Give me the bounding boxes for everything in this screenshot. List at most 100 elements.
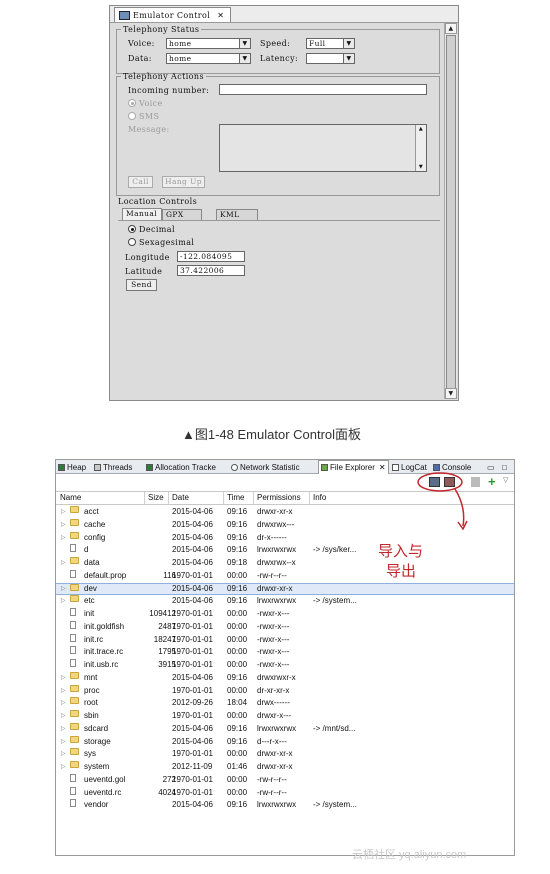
speed-select[interactable]: Full ▼	[306, 38, 355, 49]
voice-label: Voice:	[128, 39, 155, 48]
file-permissions: d---r-x---	[257, 736, 287, 746]
latitude-label: Latitude	[125, 267, 163, 276]
expand-chevron-icon[interactable]: ▷	[61, 723, 66, 736]
voice-select[interactable]: home ▼	[166, 38, 251, 49]
table-row[interactable]: d 2015-04-06 09:16 lrwxrwxrwx -> /sys/ker...	[56, 544, 514, 557]
table-row[interactable]: ▷ etc 2015-04-06 09:16 lrwxrwxrwx -> /system.…	[56, 595, 514, 608]
expand-chevron-icon[interactable]: ▷	[61, 595, 66, 608]
data-select[interactable]: home ▼	[166, 53, 251, 64]
file-permissions: lrwxrwxrwx	[257, 545, 297, 555]
decimal-radio[interactable]: Decimal	[128, 225, 175, 234]
table-row[interactable]: ▷ proc 1970-01-01 00:00 dr-xr-xr-x	[56, 684, 514, 698]
minimize-icon[interactable]: ▭	[487, 461, 495, 473]
expand-chevron-icon[interactable]: ▷	[61, 761, 66, 774]
send-button[interactable]: Send	[126, 279, 157, 291]
expand-chevron-icon[interactable]: ▷	[61, 584, 66, 595]
maximize-icon[interactable]: □	[502, 461, 507, 473]
location-tabs: Manual GPX KML	[122, 208, 258, 220]
incoming-number-input[interactable]	[219, 84, 427, 95]
table-row[interactable]: ▷ config 2015-04-06 09:16 dr-x------	[56, 531, 514, 545]
close-icon[interactable]: ✕	[379, 462, 386, 473]
voice-radio[interactable]: Voice	[128, 99, 163, 108]
table-row[interactable]: ▷ sbin 1970-01-01 00:00 drwxr-x---	[56, 710, 514, 723]
expand-chevron-icon[interactable]: ▷	[61, 736, 66, 749]
table-row[interactable]: ▷ sdcard 2015-04-06 09:16 lrwxrwxrwx -> /mnt/…	[56, 722, 514, 736]
file-name: vendor	[84, 800, 109, 810]
expand-chevron-icon[interactable]: ▷	[61, 748, 66, 761]
column-name[interactable]: Name	[60, 493, 81, 502]
expand-chevron-icon[interactable]: ▷	[61, 672, 66, 685]
table-row[interactable]: ▷ sys 1970-01-01 00:00 drwxr-xr-x	[56, 748, 514, 761]
scroll-down-arrow-icon[interactable]: ▼	[445, 388, 457, 399]
vertical-scrollbar[interactable]: ▲ ▼	[444, 23, 457, 399]
call-button[interactable]: Call	[128, 176, 153, 188]
column-info[interactable]: Info	[313, 493, 326, 502]
scroll-up-arrow-icon[interactable]: ▲	[416, 125, 426, 133]
table-row[interactable]: ▷ data 2015-04-06 09:18 drwxrwx--x	[56, 557, 514, 570]
sms-radio[interactable]: SMS	[128, 112, 159, 121]
tab-gpx[interactable]: GPX	[162, 209, 202, 220]
tab-heap[interactable]: Heap	[58, 461, 86, 473]
radio-icon	[128, 112, 136, 120]
file-time: 00:00	[227, 660, 248, 669]
incoming-number-label: Incoming number:	[128, 86, 210, 95]
telephony-actions-legend: Telephony Actions	[123, 72, 204, 81]
table-row[interactable]: init.trace.rc 1795 1970-01-01 00:00 -rwxr-x-…	[56, 646, 514, 659]
table-row[interactable]: ▷ root 2012-09-26 18:04 drwx------	[56, 697, 514, 710]
tab-file-explorer[interactable]: File Explorer ✕	[318, 460, 389, 474]
sexagesimal-radio[interactable]: Sexagesimal	[128, 238, 194, 247]
emulator-control-tab[interactable]: Emulator Control ✕	[114, 7, 232, 22]
scroll-thumb[interactable]	[446, 35, 456, 395]
scroll-up-arrow-icon[interactable]: ▲	[445, 23, 457, 34]
tab-manual[interactable]: Manual	[122, 208, 162, 220]
file-time: 00:00	[227, 647, 248, 657]
table-row[interactable]: init.rc 18247 1970-01-01 00:00 -rwxr-x---	[56, 633, 514, 647]
tab-allocation-tracker[interactable]: Allocation Tracke	[146, 461, 216, 473]
tab-network-statistics[interactable]: Network Statistic	[231, 461, 300, 473]
file-permissions: -rw-r--r--	[257, 570, 287, 580]
expand-chevron-icon[interactable]: ▷	[61, 710, 66, 723]
expand-chevron-icon[interactable]: ▷	[61, 519, 66, 532]
close-icon[interactable]: ✕	[217, 11, 224, 20]
expand-chevron-icon[interactable]: ▷	[61, 506, 66, 519]
tab-kml[interactable]: KML	[216, 209, 258, 220]
annotation-line1: 导入与	[378, 542, 424, 560]
file-permissions: dr-xr-xr-x	[257, 685, 290, 695]
message-textarea[interactable]: ▲ ▼	[219, 124, 427, 172]
table-row[interactable]: ▷ system 2012-11-09 01:46 drwxr-xr-x	[56, 761, 514, 774]
table-row[interactable]: ueventd.gol 272 1970-01-01 00:00 -rw-r--r--	[56, 773, 514, 787]
tab-threads[interactable]: Threads	[94, 461, 132, 473]
column-size[interactable]: Size	[148, 493, 164, 502]
new-folder-plus-icon[interactable]: +	[488, 475, 496, 488]
file-permissions: dr-x------	[257, 532, 287, 542]
column-time[interactable]: Time	[227, 493, 244, 502]
file-time: 09:16	[227, 545, 248, 555]
table-row[interactable]: default.prop 116 1970-01-01 00:00 -rw-r--r--	[56, 569, 514, 583]
view-menu-chevron-icon[interactable]: ▽	[503, 476, 508, 484]
scroll-down-arrow-icon[interactable]: ▼	[416, 163, 426, 171]
expand-chevron-icon[interactable]: ▷	[61, 532, 66, 545]
latitude-input[interactable]: 37.422006	[177, 265, 245, 276]
file-date: 2015-04-06	[172, 723, 213, 733]
table-row[interactable]: ▷ mnt 2015-04-06 09:16 drwxrwxr-x	[56, 671, 514, 685]
latency-select[interactable]: ▼	[306, 53, 355, 64]
table-row[interactable]: init 109412 1970-01-01 00:00 -rwxr-x---	[56, 608, 514, 621]
threads-icon	[94, 463, 101, 471]
table-row[interactable]: ueventd.rc 4024 1970-01-01 00:00 -rw-r--r--	[56, 786, 514, 800]
table-row[interactable]: ▷ storage 2015-04-06 09:16 d---r-x---	[56, 735, 514, 749]
hang-up-button[interactable]: Hang Up	[162, 176, 205, 188]
file-name: data	[84, 558, 100, 567]
table-row[interactable]: init.goldfish 2487 1970-01-01 00:00 -rwxr-x-…	[56, 620, 514, 634]
table-row[interactable]: ▷ dev 2015-04-06 09:16 drwxr-xr-x	[56, 582, 514, 596]
column-date[interactable]: Date	[172, 493, 189, 502]
table-row[interactable]: init.usb.rc 3915 1970-01-01 00:00 -rwxr-x---	[56, 659, 514, 672]
expand-chevron-icon[interactable]: ▷	[61, 557, 66, 570]
column-permissions[interactable]: Permissions	[257, 493, 301, 502]
file-permissions: -rwxr-x---	[257, 660, 290, 669]
message-scrollbar[interactable]: ▲ ▼	[415, 125, 426, 171]
file-name: ueventd.gol	[84, 774, 126, 784]
longitude-input[interactable]: -122.084095	[177, 251, 245, 262]
table-row[interactable]: vendor 2015-04-06 09:16 lrwxrwxrwx -> /syste…	[56, 799, 514, 812]
expand-chevron-icon[interactable]: ▷	[61, 685, 66, 698]
expand-chevron-icon[interactable]: ▷	[61, 697, 66, 710]
